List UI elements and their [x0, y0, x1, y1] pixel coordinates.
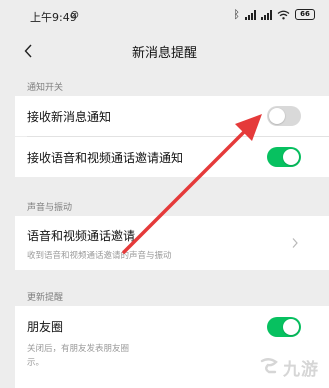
- watermark-text: 九游: [283, 360, 319, 380]
- watermark-logo-icon: [260, 357, 278, 373]
- annotation-arrow: [122, 114, 262, 254]
- watermark: 九游: [258, 355, 319, 380]
